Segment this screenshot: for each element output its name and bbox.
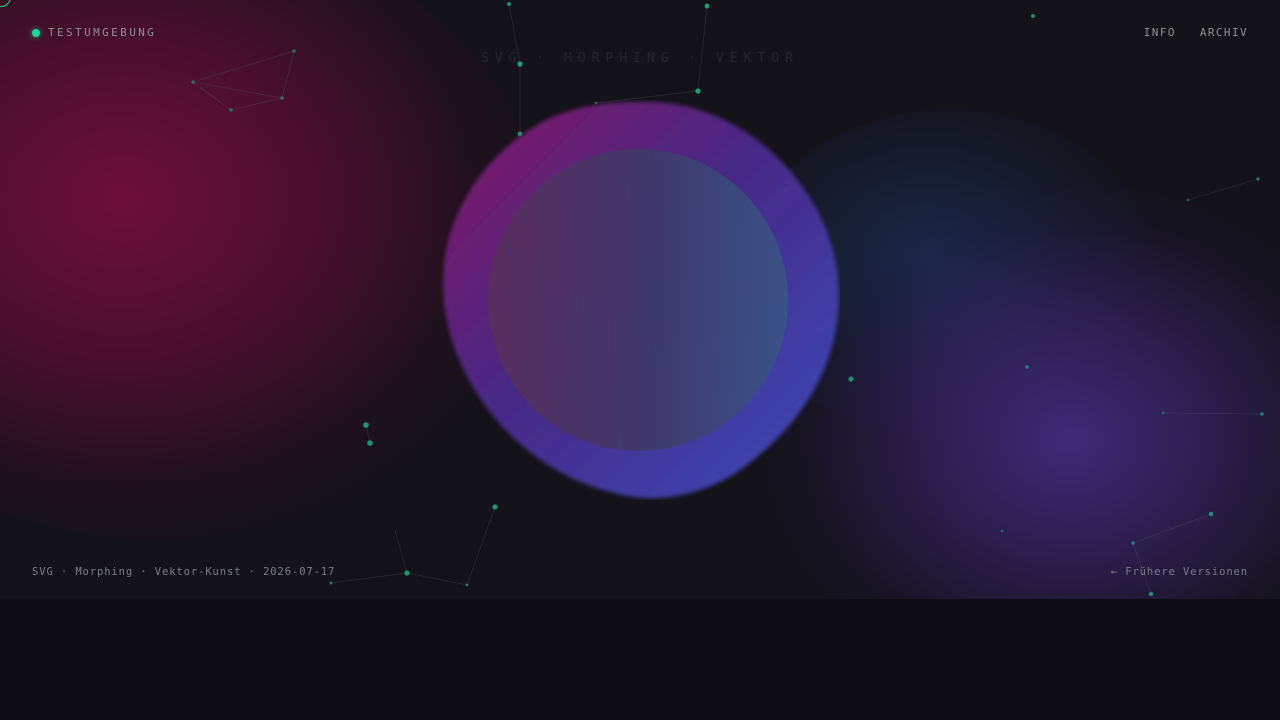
blob-inner — [488, 149, 788, 451]
brand[interactable]: TESTUMGEBUNG — [32, 26, 156, 39]
footer-meta: SVG · Morphing · Vektor-Kunst · 2026-07-… — [32, 566, 336, 578]
status-dot-icon — [32, 28, 40, 37]
blob-svg — [443, 101, 839, 499]
page-below-fold — [0, 599, 1280, 720]
top-nav: INFO ARCHIV — [1144, 26, 1248, 39]
previous-versions-link[interactable]: ← Frühere Versionen — [1111, 566, 1248, 578]
ghost-title: SVG · MORPHING · VEKTOR — [480, 51, 799, 66]
nav-info-link[interactable]: INFO — [1144, 26, 1176, 39]
hero-stage: SVG · MORPHING · VEKTOR TESTUMGEBUNG INF… — [0, 0, 1280, 599]
brand-label: TESTUMGEBUNG — [48, 26, 157, 39]
nav-archiv-link[interactable]: ARCHIV — [1200, 26, 1248, 39]
morphing-blob — [440, 100, 840, 500]
